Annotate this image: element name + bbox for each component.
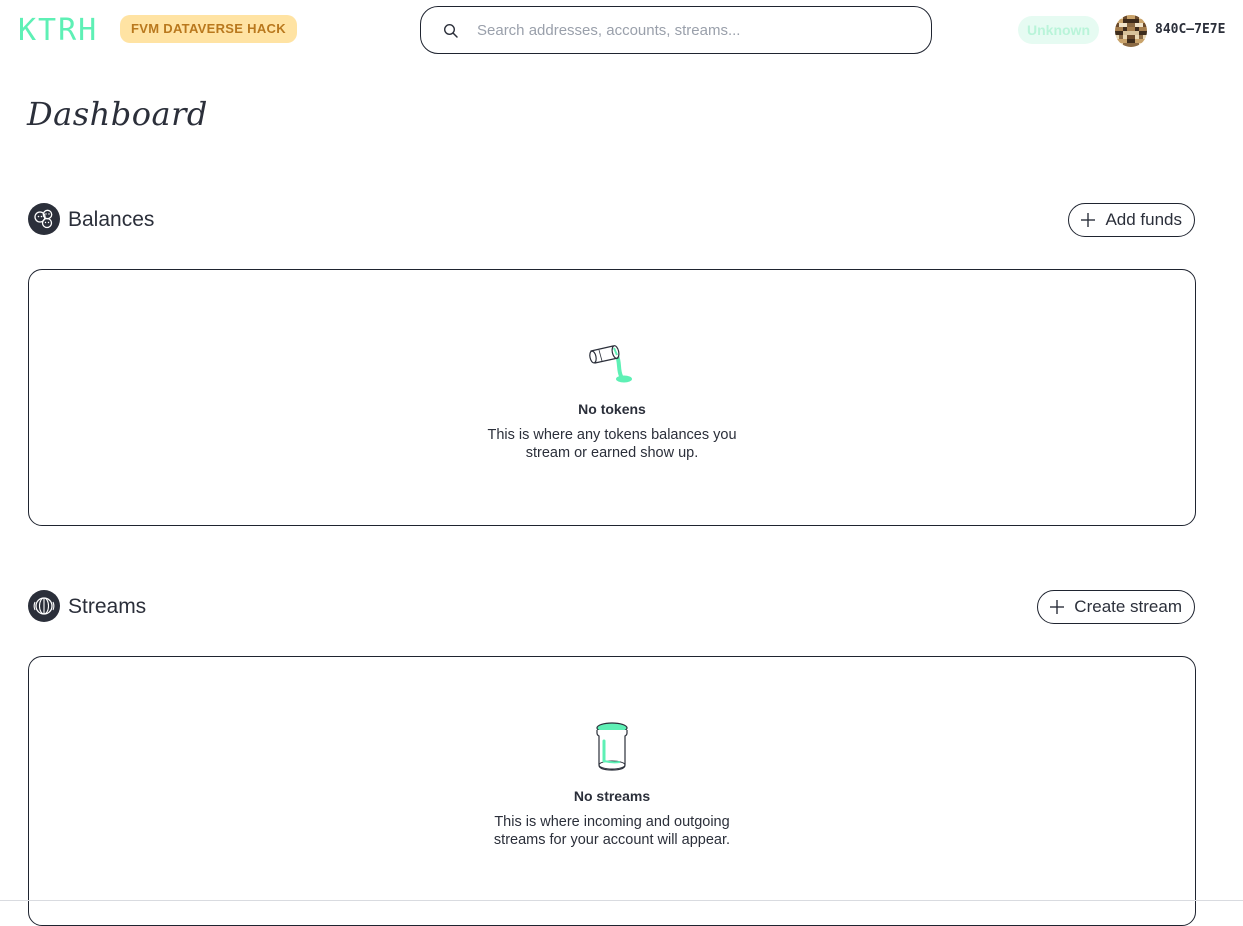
avatar-identicon-icon [1115, 15, 1147, 47]
tipped-cup-illustration [589, 345, 632, 383]
create-stream-label: Create stream [1074, 597, 1182, 616]
search-icon [443, 23, 458, 38]
jar-illustration [596, 722, 628, 771]
coins-icon [28, 203, 60, 235]
plus-icon [1050, 600, 1065, 614]
streams-empty-state: No streams This is where incoming and ou… [29, 721, 1195, 849]
streams-title: Streams [68, 595, 147, 618]
balances-empty-card: No tokens This is where any tokens balan… [28, 269, 1196, 526]
no-tokens-title: No tokens [578, 401, 646, 417]
create-stream-button[interactable]: Create stream [1037, 590, 1195, 624]
page-title: Dashboard [27, 95, 208, 133]
streams-empty-card: No streams This is where incoming and ou… [28, 656, 1196, 926]
account-address[interactable]: 840C—7E7E [1155, 20, 1225, 40]
no-tokens-description: This is where any tokens balances you st… [487, 427, 737, 461]
search-bar[interactable] [420, 6, 932, 54]
stream-icon [28, 590, 60, 622]
no-streams-title: No streams [573, 788, 651, 804]
streams-section-header: Streams Create stream [28, 590, 1195, 624]
no-streams-description: This is where incoming and outgoing stre… [493, 814, 731, 848]
network-status-badge: Unknown [1018, 16, 1099, 44]
add-funds-label: Add funds [1105, 210, 1182, 229]
app-logo[interactable]: KTRH [18, 12, 98, 50]
bottom-divider [0, 900, 1243, 901]
add-funds-button[interactable]: Add funds [1068, 203, 1195, 237]
account-avatar[interactable] [1115, 15, 1147, 47]
balances-title: Balances [68, 208, 155, 231]
plus-icon [1081, 213, 1096, 227]
top-bar: KTRH FVM DATAVERSE HACK Unknown [0, 0, 1243, 62]
balances-section-header: Balances Add funds [28, 203, 1195, 237]
search-input[interactable] [475, 15, 915, 45]
balances-empty-state: No tokens This is where any tokens balan… [29, 342, 1195, 462]
hack-badge: FVM DATAVERSE HACK [120, 15, 297, 43]
